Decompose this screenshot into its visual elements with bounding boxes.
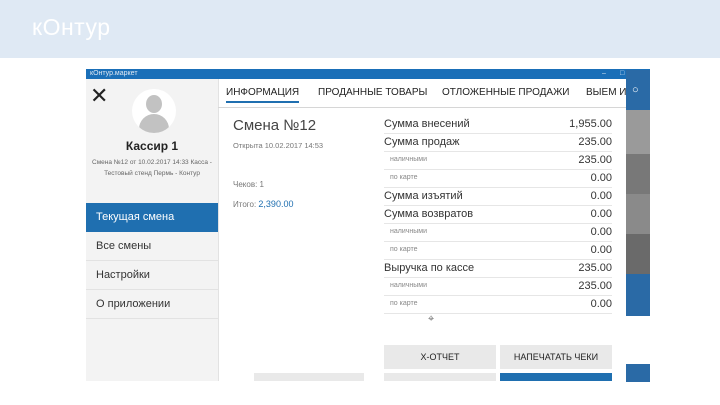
avatar — [132, 89, 176, 133]
summary-value: 235.00 — [578, 136, 612, 148]
mouse-cursor-icon: ⌖ — [428, 313, 435, 325]
summary-label: по карте — [390, 300, 418, 307]
sidebar-item-all-shifts[interactable]: Все смены — [86, 232, 218, 261]
cashier-info: Смена №12 от 10.02.2017 14:33 Касса - Те… — [92, 159, 212, 177]
summary-row: наличными 235.00 — [384, 278, 612, 296]
summary-label: Выручка по кассе — [384, 262, 475, 274]
sidebar: ✕ Кассир 1 Смена №12 от 10.02.2017 14:33… — [86, 79, 219, 381]
shift-opened-date: Открыта 10.02.2017 14:53 — [233, 141, 324, 150]
search-icon: ○ — [632, 84, 639, 96]
summary-row: Выручка по кассе 235.00 — [384, 260, 612, 278]
summary-label: Сумма продаж — [384, 136, 460, 148]
tab-withdrawals[interactable]: ВЫЕМ И — [586, 87, 627, 98]
summary-label: наличными — [390, 156, 428, 163]
shift-total: Итого: 2,390.00 — [233, 199, 293, 209]
summary-label: по карте — [390, 246, 418, 253]
checks-label: Чеков: — [233, 180, 258, 189]
summary-value: 235.00 — [578, 280, 612, 292]
summary-value: 1,955.00 — [569, 118, 612, 130]
summary-row: наличными 0.00 — [384, 224, 612, 242]
summary-label: Сумма возвратов — [384, 208, 474, 220]
summary-value: 0.00 — [590, 226, 612, 238]
avatar-body — [139, 114, 169, 133]
summary-label: наличными — [390, 282, 428, 289]
tab-bar: ИНФОРМАЦИЯ ПРОДАННЫЕ ТОВАРЫ ОТЛОЖЕННЫЕ П… — [218, 79, 650, 108]
background-panel — [626, 110, 650, 154]
window-titlebar: кОнтур.маркет – □ × — [86, 69, 650, 79]
summary-row: по карте 0.00 — [384, 242, 612, 260]
summary-row: по карте 0.00 — [384, 296, 612, 314]
sidebar-item-settings[interactable]: Настройки — [86, 261, 218, 290]
sidebar-item-current-shift[interactable]: Текущая смена — [86, 203, 218, 232]
summary-row: наличными 235.00 — [384, 152, 612, 170]
app-window: кОнтур.маркет – □ × ✕ Кассир 1 Смена №12… — [86, 69, 650, 381]
summary-value: 0.00 — [590, 244, 612, 256]
bottom-button[interactable] — [384, 373, 496, 381]
kontur-logo: кОнтур — [32, 14, 111, 40]
checks-count: Чеков: 1 — [233, 180, 264, 189]
close-icon[interactable]: ✕ — [90, 85, 108, 107]
summary-label: по карте — [390, 174, 418, 181]
summary-label: наличными — [390, 228, 428, 235]
total-label: Итого: — [233, 200, 257, 209]
background-panel — [626, 154, 650, 194]
summary-value: 235.00 — [578, 262, 612, 274]
summary-label: Сумма внесений — [384, 118, 470, 130]
minimize-icon[interactable]: – — [602, 69, 606, 79]
summary-label: Сумма изъятий — [384, 190, 463, 202]
total-value: 2,390.00 — [258, 199, 294, 209]
bottom-button[interactable] — [254, 373, 364, 381]
brand-header: кОнтур — [0, 0, 720, 58]
background-panel — [626, 316, 650, 364]
sidebar-item-about[interactable]: О приложении — [86, 290, 218, 319]
checks-value: 1 — [259, 180, 264, 189]
summary-row: Сумма возвратов 0.00 — [384, 206, 612, 224]
summary-row: по карте 0.00 — [384, 170, 612, 188]
background-window: ○ — [626, 70, 650, 382]
avatar-head — [146, 95, 162, 113]
summary-value: 0.00 — [590, 298, 612, 310]
sidebar-nav: Текущая смена Все смены Настройки О прил… — [86, 203, 218, 319]
summary-row: Сумма продаж 235.00 — [384, 134, 612, 152]
shift-title: Смена №12 — [233, 117, 317, 134]
summary-table: Сумма внесений 1,955.00 Сумма продаж 235.0… — [384, 116, 612, 314]
summary-value: 0.00 — [590, 208, 612, 220]
summary-value: 0.00 — [590, 190, 612, 202]
summary-row: Сумма внесений 1,955.00 — [384, 116, 612, 134]
cashier-name: Кассир 1 — [125, 139, 179, 153]
background-panel — [626, 194, 650, 234]
summary-row: Сумма изъятий 0.00 — [384, 188, 612, 206]
summary-value: 235.00 — [578, 154, 612, 166]
tab-deferred-sales[interactable]: ОТЛОЖЕННЫЕ ПРОДАЖИ — [442, 87, 570, 98]
print-checks-button[interactable]: НАПЕЧАТАТЬ ЧЕКИ — [500, 345, 612, 369]
maximize-icon[interactable]: □ — [620, 69, 624, 79]
tab-sold-goods[interactable]: ПРОДАННЫЕ ТОВАРЫ — [318, 87, 427, 98]
background-panel — [626, 234, 650, 274]
bottom-primary-button[interactable] — [500, 373, 612, 381]
summary-value: 0.00 — [590, 172, 612, 184]
x-report-button[interactable]: Х-ОТЧЕТ — [384, 345, 496, 369]
background-panel — [626, 274, 650, 310]
tab-information[interactable]: ИНФОРМАЦИЯ — [226, 87, 300, 103]
window-title: кОнтур.маркет — [90, 70, 138, 77]
